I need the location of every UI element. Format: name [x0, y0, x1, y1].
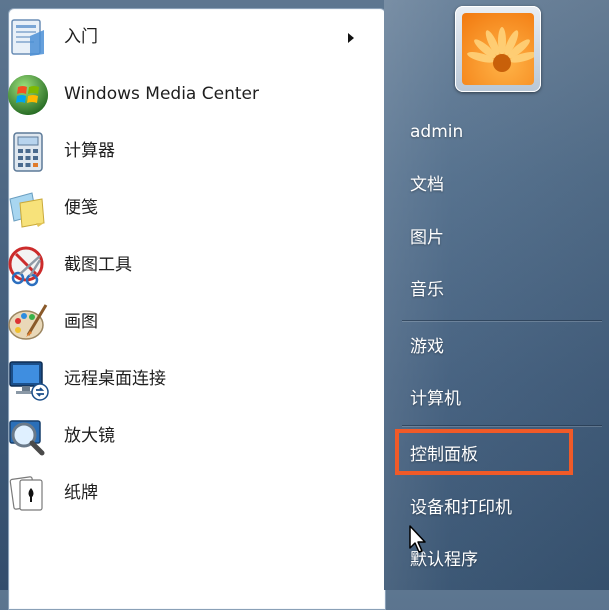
program-item-getting-started[interactable]: 入门 — [0, 10, 376, 64]
program-label: 纸牌 — [64, 483, 98, 503]
program-label: 便笺 — [64, 198, 98, 218]
place-item-admin[interactable]: admin — [398, 112, 588, 152]
flower-avatar-icon[interactable] — [462, 13, 534, 85]
mouse-pointer-icon — [409, 525, 426, 553]
solitaire-icon — [9, 476, 43, 511]
program-item-solitaire[interactable]: 纸牌 — [0, 466, 376, 520]
program-label: 入门 — [64, 27, 98, 47]
snipping-tool-icon — [8, 246, 44, 287]
program-label: 画图 — [64, 312, 98, 332]
place-label: 文档 — [410, 175, 444, 195]
program-label: Windows Media Center — [64, 84, 259, 104]
place-item-music[interactable]: 音乐 — [398, 270, 588, 310]
place-label: 图片 — [410, 228, 444, 248]
place-item-games[interactable]: 游戏 — [398, 327, 588, 367]
program-label: 远程桌面连接 — [64, 369, 166, 389]
getting-started-icon — [11, 19, 44, 56]
place-label: 游戏 — [410, 337, 444, 357]
program-label: 放大镜 — [64, 426, 115, 446]
place-item-documents[interactable]: 文档 — [398, 165, 588, 205]
program-item-magnifier[interactable]: 放大镜 — [0, 409, 376, 463]
control-panel-highlight-box — [395, 429, 573, 475]
remote-desktop-icon — [9, 361, 49, 401]
program-label: 截图工具 — [64, 255, 132, 275]
program-item-calculator[interactable]: 计算器 — [0, 124, 376, 178]
magnifier-icon — [9, 420, 45, 456]
calculator-icon — [13, 132, 43, 172]
place-item-computer[interactable]: 计算机 — [398, 379, 588, 419]
place-label: 计算机 — [410, 389, 461, 409]
place-label: 设备和打印机 — [410, 498, 512, 518]
paint-icon — [8, 304, 48, 340]
places-separator — [402, 425, 602, 426]
sticky-notes-icon — [9, 192, 45, 228]
place-label: 音乐 — [410, 280, 444, 300]
place-item-pictures[interactable]: 图片 — [398, 218, 588, 258]
program-item-paint[interactable]: 画图 — [0, 295, 376, 349]
submenu-arrow-icon[interactable] — [348, 33, 354, 43]
program-item-windows-media-center[interactable]: Windows Media Center — [0, 67, 376, 121]
places-separator — [402, 320, 602, 321]
place-label: admin — [410, 122, 464, 142]
program-item-remote-desktop[interactable]: 远程桌面连接 — [0, 352, 376, 406]
program-item-snipping-tool[interactable]: 截图工具 — [0, 238, 376, 292]
windows-media-center-icon — [8, 75, 48, 115]
place-item-devices-and-printers[interactable]: 设备和打印机 — [398, 488, 588, 528]
program-item-sticky-notes[interactable]: 便笺 — [0, 181, 376, 235]
program-label: 计算器 — [64, 141, 115, 161]
